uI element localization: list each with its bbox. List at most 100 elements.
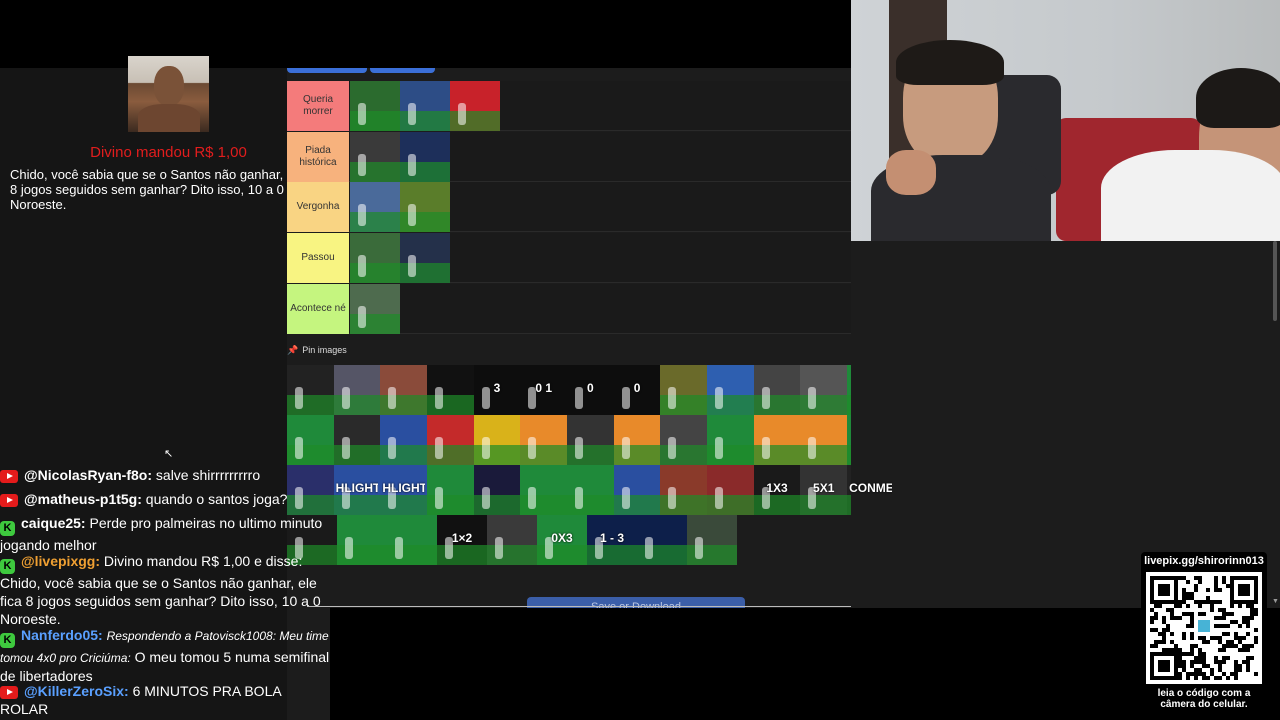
tier-thumbnail[interactable] bbox=[350, 233, 400, 283]
header-button-2[interactable] bbox=[370, 68, 435, 73]
person-right-hair bbox=[1196, 68, 1280, 128]
thumbnail-score-text: 0 1 bbox=[535, 381, 553, 395]
pool-thumbnail[interactable] bbox=[380, 415, 428, 465]
chat-username: @NicolasRyan-f8o: bbox=[24, 467, 153, 483]
pool-thumbnail[interactable]: 1 - 3 bbox=[587, 515, 637, 565]
chat-text: quando o santos joga? bbox=[145, 491, 288, 507]
pool-thumbnail[interactable]: 1X3 bbox=[753, 465, 801, 515]
tier-label[interactable]: Piada histórica bbox=[287, 132, 349, 182]
youtube-icon bbox=[0, 470, 18, 483]
chat-username: @livepixgg: bbox=[21, 553, 100, 569]
pool-thumbnail[interactable] bbox=[427, 365, 474, 415]
scrollbar[interactable] bbox=[1273, 241, 1277, 321]
thumbnail-score-text: 1X3 bbox=[766, 481, 788, 495]
pool-thumbnail[interactable] bbox=[427, 415, 474, 465]
chat-message: @KillerZeroSix: 6 MINUTOS PRA BOLA ROLAR bbox=[0, 682, 330, 718]
pool-thumbnail[interactable] bbox=[387, 515, 437, 565]
tier-thumbnail[interactable] bbox=[350, 132, 400, 182]
thumbnail-score-text: 0 bbox=[633, 381, 641, 395]
pool-thumbnail[interactable] bbox=[800, 415, 848, 465]
pool-thumbnail[interactable]: 0 bbox=[567, 365, 614, 415]
pool-thumbnail[interactable] bbox=[660, 365, 708, 415]
donor-avatar bbox=[128, 56, 209, 132]
chat-message: @matheus-p1t5g: quando o santos joga? bbox=[0, 490, 330, 508]
tier-label[interactable]: Vergonha bbox=[287, 182, 349, 232]
tier-items bbox=[350, 284, 400, 334]
tier-thumbnail[interactable] bbox=[400, 233, 450, 283]
pool-thumbnail[interactable] bbox=[427, 465, 474, 515]
pool-thumbnail[interactable] bbox=[333, 415, 381, 465]
tier-thumbnail[interactable] bbox=[400, 132, 450, 182]
pool-thumbnail[interactable]: 5X1 bbox=[800, 465, 848, 515]
person-right-shirt bbox=[1101, 150, 1280, 241]
chat-message: Kcaique25: Perde pro palmeiras no ultimo… bbox=[0, 514, 330, 554]
chat-message: K Nanferdo05: Respondendo a Patovisck1008… bbox=[0, 626, 330, 685]
donation-message: Chido, você sabia que se o Santos não ga… bbox=[10, 167, 328, 212]
pool-thumbnail[interactable]: 0X3 bbox=[537, 515, 587, 565]
pool-thumbnail[interactable] bbox=[637, 515, 687, 565]
pool-thumbnail[interactable] bbox=[800, 365, 848, 415]
pool-thumbnail[interactable]: 0 bbox=[613, 365, 661, 415]
pool-thumbnail[interactable] bbox=[337, 515, 387, 565]
chat-message: @NicolasRyan-f8o: salve shirrrrrrrrro bbox=[0, 466, 330, 484]
thumbnail-score-text: 3 bbox=[493, 381, 501, 395]
pool-thumbnail[interactable] bbox=[687, 515, 737, 565]
pool-thumbnail[interactable] bbox=[613, 415, 661, 465]
thumbnail-score-text: 1×2 bbox=[451, 531, 473, 545]
pool-thumbnail[interactable]: 0 1 bbox=[520, 365, 568, 415]
tier-thumbnail[interactable] bbox=[350, 182, 400, 232]
tier-thumbnail[interactable] bbox=[350, 284, 400, 334]
pool-thumbnail[interactable] bbox=[487, 515, 537, 565]
mouse-cursor-icon: ↖ bbox=[164, 448, 174, 460]
pool-thumbnail[interactable] bbox=[753, 415, 801, 465]
tier-label[interactable]: Acontece né bbox=[287, 284, 349, 334]
pool-thumbnail[interactable] bbox=[287, 365, 334, 415]
tier-thumbnail[interactable] bbox=[400, 81, 450, 131]
thumbnail-score-text: HLIGHTS bbox=[382, 481, 426, 495]
pool-thumbnail[interactable] bbox=[567, 465, 614, 515]
pin-images-label[interactable]: 📌 Pin images bbox=[287, 345, 347, 356]
pool-thumbnail[interactable] bbox=[660, 465, 708, 515]
pool-thumbnail[interactable]: 3 bbox=[473, 365, 521, 415]
pool-thumbnail[interactable] bbox=[567, 415, 614, 465]
pool-thumbnail[interactable] bbox=[707, 415, 754, 465]
header-button-1[interactable] bbox=[287, 68, 367, 73]
kick-icon: K bbox=[0, 633, 15, 648]
chat-username: @KillerZeroSix: bbox=[24, 683, 129, 699]
chat-username: caique25: bbox=[21, 515, 86, 531]
pool-thumbnail[interactable] bbox=[473, 465, 521, 515]
tier-label[interactable]: Queria morrer bbox=[287, 81, 349, 131]
pool-thumbnail[interactable] bbox=[660, 415, 708, 465]
pool-thumbnail[interactable] bbox=[287, 415, 334, 465]
person-left-hand bbox=[886, 150, 936, 195]
pool-thumbnail[interactable]: HLIGHTS bbox=[380, 465, 428, 515]
qr-code bbox=[1146, 572, 1262, 684]
tier-thumbnail[interactable] bbox=[350, 81, 400, 131]
scroll-down-arrow-icon[interactable]: ▼ bbox=[1272, 598, 1279, 605]
pool-thumbnail[interactable]: 1×2 bbox=[437, 515, 487, 565]
pool-thumbnail[interactable] bbox=[613, 465, 661, 515]
chat-message: K @livepixgg: Divino mandou R$ 1,00 e dis… bbox=[0, 552, 330, 628]
qr-url: livepix.gg/shirorinn013 bbox=[1144, 555, 1264, 567]
qr-caption: leia o código com a câmera do celular. bbox=[1157, 688, 1251, 710]
pool-thumbnail[interactable] bbox=[520, 415, 568, 465]
pool-thumbnail[interactable] bbox=[707, 365, 754, 415]
pool-thumbnail[interactable]: HLIGHTS bbox=[333, 465, 381, 515]
tier-items bbox=[350, 81, 500, 131]
pool-thumbnail[interactable] bbox=[380, 365, 428, 415]
tier-thumbnail[interactable] bbox=[450, 81, 500, 131]
youtube-icon bbox=[0, 494, 18, 507]
tier-thumbnail[interactable] bbox=[400, 182, 450, 232]
pool-thumbnail[interactable] bbox=[520, 465, 568, 515]
tier-items bbox=[350, 233, 450, 283]
tier-items bbox=[350, 132, 450, 182]
chat-username: Nanferdo05: bbox=[21, 627, 103, 643]
person-left-hair bbox=[896, 40, 1004, 85]
thumbnail-score-text: 5X1 bbox=[813, 481, 835, 495]
tier-label[interactable]: Passou bbox=[287, 233, 349, 283]
thumbnail-score-text: CONME bbox=[849, 481, 892, 495]
pool-thumbnail[interactable] bbox=[707, 465, 754, 515]
pool-thumbnail[interactable] bbox=[473, 415, 521, 465]
pool-thumbnail[interactable] bbox=[753, 365, 801, 415]
pool-thumbnail[interactable] bbox=[333, 365, 381, 415]
